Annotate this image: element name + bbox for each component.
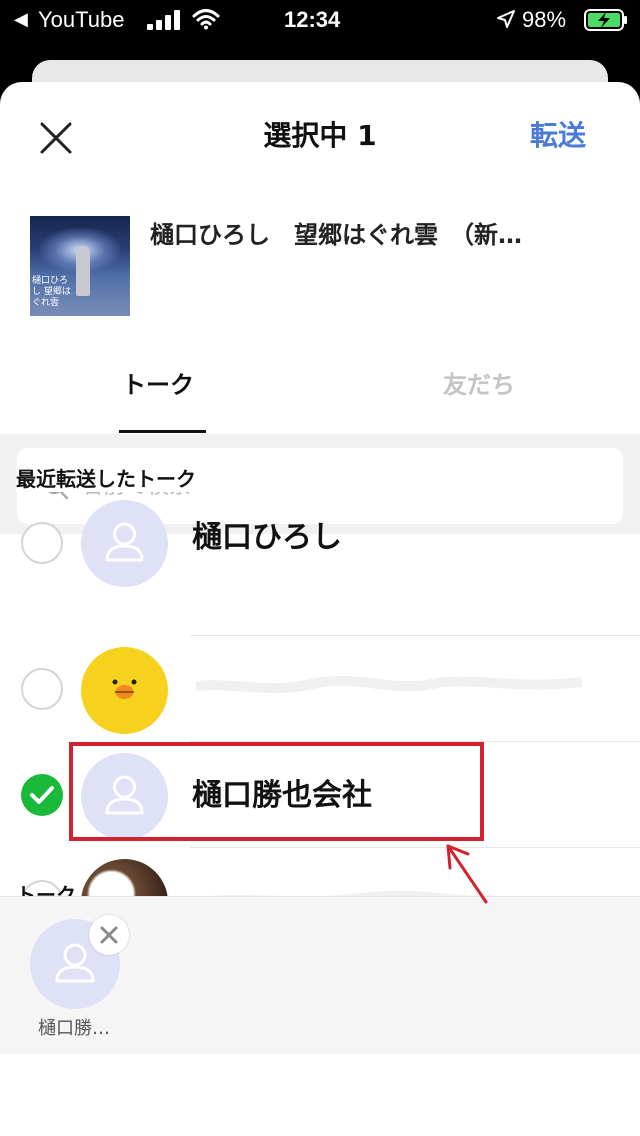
location-icon	[497, 10, 515, 28]
remove-selected-button[interactable]	[89, 915, 129, 955]
checkmark-icon	[30, 786, 54, 804]
thumbnail-caption: 樋口ひろし 望郷はぐれ雲	[32, 276, 71, 308]
avatar	[81, 647, 168, 734]
annotation-highlight-box	[69, 742, 484, 841]
selected-name: 樋口勝…	[38, 1018, 110, 1039]
video-thumbnail: 樋口ひろし 望郷はぐれ雲	[30, 216, 130, 316]
list-item[interactable]	[0, 636, 640, 742]
battery-charging-icon	[584, 9, 627, 31]
contact-name: 樋口ひろし	[192, 520, 342, 555]
signal-icon	[147, 10, 180, 30]
tab-friends[interactable]: 友だち	[443, 368, 515, 402]
singer-figure	[76, 246, 90, 296]
active-tab-indicator	[119, 430, 206, 433]
clock-time: 12:34	[284, 7, 341, 32]
tab-talk[interactable]: トーク	[122, 368, 194, 402]
section-recent-forwarded: 最近転送したトーク	[16, 466, 316, 492]
list-item[interactable]: 樋口ひろし	[0, 500, 640, 636]
annotation-arrow-icon	[446, 844, 488, 904]
battery-percent: 98%	[522, 7, 567, 32]
status-bar: ◀ YouTube 12:34 98%	[0, 0, 640, 40]
back-arrow-icon[interactable]: ◀	[14, 9, 28, 31]
close-icon	[100, 926, 118, 944]
avatar	[81, 500, 168, 587]
list-item[interactable]	[0, 848, 640, 900]
select-radio[interactable]	[21, 522, 63, 564]
duck-character-icon	[112, 679, 137, 699]
back-to-app-label[interactable]: YouTube	[38, 8, 124, 32]
shared-item-title: 樋口ひろし 望郷はぐれ雲 （新…	[150, 221, 522, 249]
select-radio[interactable]	[21, 668, 63, 710]
wifi-icon	[192, 9, 220, 30]
redacted-name	[195, 675, 583, 694]
person-icon	[105, 522, 144, 562]
section-talks: トーク	[16, 883, 76, 896]
select-radio-checked[interactable]	[21, 774, 63, 816]
send-button[interactable]: 転送	[530, 116, 586, 156]
selected-tray: 樋口勝…	[0, 896, 640, 1054]
